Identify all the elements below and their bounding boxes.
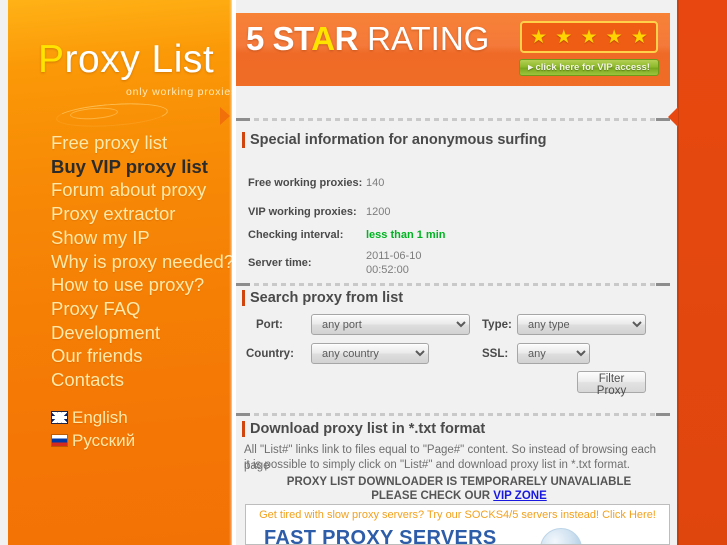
bottom-ad-banner[interactable]: Get tired with slow proxy servers? Try o…	[245, 504, 670, 545]
section-divider-search-accent	[236, 283, 250, 286]
ssl-select[interactable]: any	[517, 343, 590, 364]
banner-title-part2: R	[334, 20, 359, 57]
download-notice-prefix: PLEASE CHECK OUR	[371, 490, 494, 502]
info-heading-marker	[242, 132, 245, 148]
section-divider-top	[236, 118, 670, 121]
sidebar-item-buy-vip-proxy-list[interactable]: Buy VIP proxy list	[51, 155, 241, 179]
section-divider-download-accent	[236, 413, 250, 416]
info-value: less than 1 min	[366, 229, 446, 241]
sidebar: Proxy List only working proxies Free pro…	[8, 0, 236, 545]
site-tagline: only working proxies	[126, 86, 238, 98]
download-notice-line2: PLEASE CHECK OUR VIP ZONE	[244, 489, 674, 504]
five-star-rating-banner[interactable]: 5 STAR RATING ★ ★ ★ ★ ★ ▸ click here for VIP…	[236, 13, 670, 86]
sidebar-item-development[interactable]: Development	[51, 321, 241, 345]
port-label: Port:	[256, 319, 283, 331]
country-label: Country:	[246, 348, 294, 360]
sidebar-item-show-my-ip[interactable]: Show my IP	[51, 226, 241, 250]
server-time-clock: 00:52:00	[366, 264, 409, 276]
search-section-heading: Search proxy from list	[250, 290, 404, 306]
logo-rest: roxy List	[64, 38, 215, 81]
server-time-date: 2011-06-10	[366, 250, 422, 262]
section-divider-search-accent-right	[656, 283, 670, 286]
language-label: Русский	[72, 431, 136, 450]
info-row: Free working proxies: 140	[248, 165, 445, 201]
banner-title: 5 STAR RATING	[246, 20, 489, 58]
page-root: Proxy List only working proxies Free pro…	[0, 0, 727, 545]
info-value: 2011-06-10 00:52:00	[366, 249, 421, 277]
section-divider-top-accent	[236, 118, 250, 121]
section-divider-download-accent-right	[656, 413, 670, 416]
star-icon: ★	[555, 26, 573, 48]
info-label: Free working proxies:	[248, 177, 363, 189]
star-icon: ★	[630, 26, 648, 48]
bottom-ad-headline: Get tired with slow proxy servers? Try o…	[259, 509, 656, 521]
logo-initial: P	[38, 38, 65, 81]
star-icon: ★	[605, 26, 623, 48]
site-logo: Proxy List	[38, 38, 214, 82]
download-notice-line1: PROXY LIST DOWNLOADER IS TEMPORARELY UNA…	[286, 476, 632, 488]
right-decorative-panel	[677, 0, 727, 545]
left-gutter	[0, 0, 8, 545]
language-label: English	[72, 408, 128, 427]
type-label: Type:	[482, 319, 512, 331]
info-label: Server time:	[248, 257, 312, 269]
uk-flag-icon	[51, 411, 68, 424]
sidebar-item-proxy-faq[interactable]: Proxy FAQ	[51, 297, 241, 321]
globe-icon	[540, 528, 582, 544]
download-heading-marker	[242, 421, 245, 437]
star-icon: ★	[530, 26, 548, 48]
section-divider-download	[236, 413, 670, 416]
language-switcher: English Русский	[51, 406, 135, 452]
port-select[interactable]: any port	[311, 314, 470, 335]
star-icon: ★	[580, 26, 598, 48]
sidebar-item-our-friends[interactable]: Our friends	[51, 344, 241, 368]
country-select[interactable]: any country	[311, 343, 429, 364]
sidebar-item-forum-about-proxy[interactable]: Forum about proxy	[51, 178, 241, 202]
info-label: VIP working proxies:	[248, 206, 357, 218]
info-label: Checking interval:	[248, 229, 344, 241]
info-value: 1200	[366, 206, 391, 218]
section-divider-search	[236, 283, 670, 286]
ssl-label: SSL:	[482, 348, 509, 360]
info-value: 140	[366, 177, 385, 189]
right-panel-arrow-icon	[668, 107, 678, 127]
sidebar-item-proxy-extractor[interactable]: Proxy extractor	[51, 202, 241, 226]
sidebar-item-free-proxy-list[interactable]: Free proxy list	[51, 131, 241, 155]
sidebar-arrow-icon	[220, 107, 230, 125]
star-rating-box: ★ ★ ★ ★ ★	[520, 21, 658, 53]
info-stats-table: Free working proxies: 140 VIP working prox…	[248, 165, 445, 279]
russia-flag-icon	[51, 434, 68, 447]
info-row: Server time: 2011-06-10 00:52:00	[248, 247, 445, 279]
download-paragraph-line2: it is possible to simply click on "List#…	[244, 459, 630, 471]
language-option-english[interactable]: English	[51, 406, 135, 429]
sidebar-item-how-to-use-proxy[interactable]: How to use proxy?	[51, 273, 241, 297]
vip-zone-link[interactable]: VIP ZONE	[493, 490, 546, 502]
banner-title-highlight: A	[311, 20, 335, 57]
download-section-heading: Download proxy list in *.txt format	[250, 421, 486, 437]
promo-banner-wrap: 5 STAR RATING ★ ★ ★ ★ ★ ▸ click here for VIP…	[236, 13, 670, 86]
banner-title-part1: 5 ST	[246, 20, 312, 57]
bottom-ad-title: FAST PROXY SERVERS	[264, 527, 497, 545]
search-heading-marker	[242, 290, 245, 306]
filter-proxy-button[interactable]: Filter Proxy	[577, 371, 646, 397]
type-select[interactable]: any type	[517, 314, 646, 335]
info-section-heading: Special information for anonymous surfin…	[250, 132, 547, 148]
info-row: VIP working proxies: 1200	[248, 201, 445, 223]
sidebar-nav: Free proxy list Buy VIP proxy list Forum a…	[51, 131, 241, 392]
info-row: Checking interval: less than 1 min	[248, 223, 445, 247]
language-option-russian[interactable]: Русский	[51, 429, 135, 452]
banner-title-light: RATING	[357, 20, 490, 57]
sidebar-item-contacts[interactable]: Contacts	[51, 368, 241, 392]
sidebar-item-why-is-proxy-needed[interactable]: Why is proxy needed?	[51, 250, 241, 274]
vip-access-button[interactable]: ▸ click here for VIP access!	[519, 59, 659, 76]
